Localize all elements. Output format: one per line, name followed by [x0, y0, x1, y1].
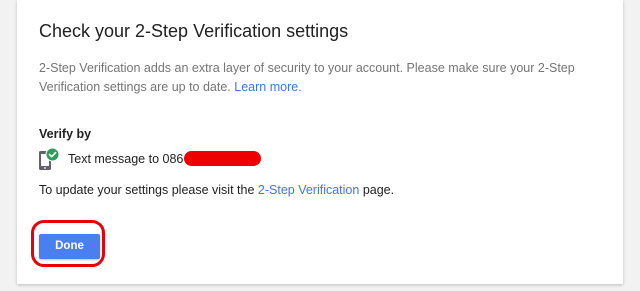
verification-method: Text message to 086: [38, 147, 262, 171]
learn-more-link[interactable]: Learn more.: [234, 80, 301, 94]
verify-by-label: Verify by: [39, 127, 92, 141]
dialog-description: 2-Step Verification adds an extra layer …: [39, 59, 609, 97]
redaction-mark: [184, 150, 262, 166]
update-suffix: page.: [362, 183, 395, 197]
verification-dialog: Check your 2-Step Verification settings …: [17, 0, 623, 284]
dialog-title: Check your 2-Step Verification settings: [39, 21, 349, 41]
update-prefix: To update your settings please visit the: [39, 183, 255, 197]
update-settings-text: To update your settings please visit the…: [39, 183, 394, 197]
description-text: 2-Step Verification adds an extra layer …: [39, 61, 575, 94]
phone-check-icon: [38, 147, 60, 171]
two-step-verification-link[interactable]: 2-Step Verification: [258, 183, 359, 197]
done-button[interactable]: Done: [39, 234, 100, 259]
method-text: Text message to 086: [68, 152, 184, 166]
